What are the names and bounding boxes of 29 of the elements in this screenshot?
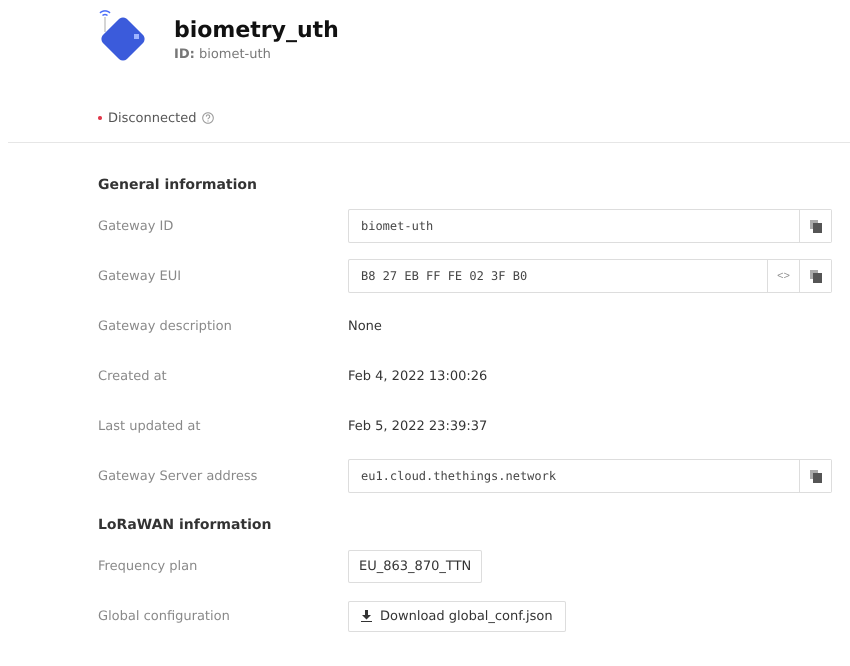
gateway-id: ID: biomet-uth [174,47,272,62]
field-value: None [348,318,383,334]
download-icon [361,610,372,622]
field-label: Frequency plan [98,558,198,574]
field-value: Feb 4, 2022 13:00:26 [348,368,488,384]
field-label: Gateway EUI [98,268,182,284]
copy-button[interactable] [799,210,831,242]
gateway-title: biometry_uth [174,18,339,43]
help-icon[interactable] [202,112,214,124]
frequency-plan-tag: EU_863_870_TTN [348,550,482,582]
field-label: Gateway Server address [98,468,258,484]
copy-button[interactable] [799,460,831,492]
field-label: Gateway description [98,318,233,334]
section-title: General information [98,177,258,195]
field-label: Last updated at [98,418,202,434]
copyable-field[interactable]: B8 27 EB FF FE 02 3F B0 <> [348,259,832,293]
copy-icon [810,220,822,232]
copy-icon [810,270,822,282]
field-label: Gateway ID [98,218,174,234]
copy-icon [810,470,822,482]
field-label: Global configuration [98,608,231,624]
status-text: Disconnected [108,110,196,126]
copy-button[interactable] [799,260,831,292]
copyable-field[interactable]: eu1.cloud.thethings.network [348,459,832,493]
download-button[interactable]: Download global_conf.json [348,600,566,632]
copyable-field[interactable]: biomet-uth [348,209,832,243]
field-value: Feb 5, 2022 23:39:37 [348,418,488,434]
field-label: Created at [98,368,168,384]
section-title: LoRaWAN information [98,517,272,535]
